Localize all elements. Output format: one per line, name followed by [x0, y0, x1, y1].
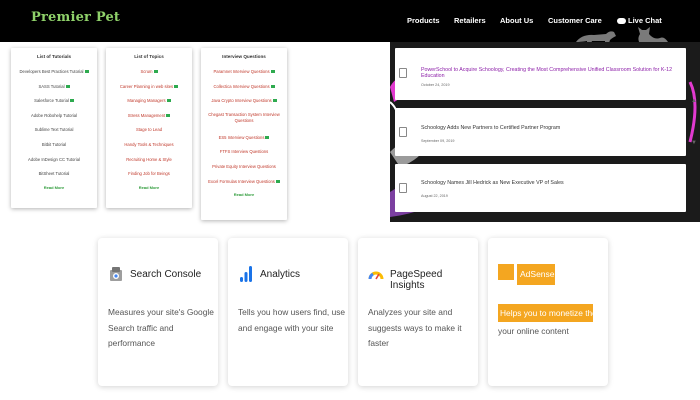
news-item[interactable]: Schoology Names Jill Hedrick as New Exec… [395, 164, 686, 212]
tool-name: Analytics [260, 269, 301, 280]
list-item[interactable]: Java Crypto Interview Questions [201, 97, 287, 112]
tool-description: your online content [498, 326, 569, 336]
list-item[interactable]: Recruiting Home & Style [106, 156, 192, 171]
interview-questions-card: Interview Questions Paramnet Interview Q… [201, 48, 287, 220]
list-item[interactable]: Finding Job for Beings [106, 170, 192, 185]
list-title: List of Topics [134, 54, 164, 59]
tutorials-list-card: List of Tutorials Developers Best Practi… [11, 48, 97, 208]
document-thumb-icon [399, 68, 407, 78]
list-item[interactable]: Excel Formulas Interview Questions [201, 178, 287, 193]
news-title[interactable]: Schoology Names Jill Hedrick as New Exec… [421, 180, 564, 186]
list-item[interactable]: Private Equity Interview Questions [201, 163, 287, 178]
list-item[interactable]: Adobe InDesign CC Tutorial [11, 156, 97, 171]
brand-logo[interactable]: Premier Pet [31, 10, 120, 25]
tool-description-highlight: Helps you to monetize the space [498, 304, 593, 322]
tool-name: AdSense [517, 264, 555, 285]
list-item[interactable]: FTFS Interview Questions [201, 148, 287, 163]
tool-description: Analyzes your site and suggests ways to … [368, 307, 462, 348]
nav-products[interactable]: Products [407, 16, 440, 25]
list-item[interactable]: BitSheet Tutorial [11, 170, 97, 185]
read-more-link[interactable]: Read More [201, 192, 287, 197]
list-item[interactable]: Sublime Text Tutorial [11, 126, 97, 141]
document-thumb-icon [399, 183, 407, 193]
list-item[interactable]: Stage to Lead [106, 126, 192, 141]
list-title: List of Tutorials [36, 54, 72, 59]
list-item[interactable]: Salesforce Tutorial [11, 97, 97, 112]
news-date: September 09, 2019 [421, 139, 455, 143]
news-title[interactable]: Schoology Adds New Partners to Certified… [421, 125, 560, 131]
news-carousel: PowerSchool to Acquire Schoology, Creati… [390, 42, 700, 222]
list-title: Interview Questions [222, 54, 266, 59]
search-console-card[interactable]: Search Console Measures your site's Goog… [98, 238, 218, 386]
adsense-logo-icon [498, 264, 514, 280]
list-item[interactable]: Scrum [106, 68, 192, 83]
pagespeed-gauge-icon [368, 271, 384, 280]
list-item[interactable]: Adobe Robohelp Tutorial [11, 112, 97, 127]
nav-retailers[interactable]: Retailers [454, 16, 486, 25]
news-date: August 22, 2019 [421, 194, 448, 198]
list-item[interactable]: Developers Best Practices Tutorial [11, 68, 97, 83]
list-item[interactable]: Chegast Transaction System Interview Que… [201, 112, 287, 134]
list-item[interactable]: Managing Managers [106, 97, 192, 112]
news-item[interactable]: Schoology Adds New Partners to Certified… [395, 108, 686, 156]
tool-description: Measures your site's Google Search traff… [108, 307, 214, 348]
topics-list-card: List of Topics Scrum Career Planning in … [106, 48, 192, 208]
news-title[interactable]: PowerSchool to Acquire Schoology, Creati… [421, 67, 686, 79]
search-console-icon [110, 267, 122, 281]
tool-name: Search Console [130, 269, 202, 280]
tool-description: Tells you how users find, use and engage… [238, 307, 346, 333]
analytics-card[interactable]: Analytics Tells you how users find, use … [228, 238, 348, 386]
list-item[interactable]: Paramnet Interview Questions [201, 68, 287, 83]
list-item[interactable]: Collectica Interview Questions [201, 83, 287, 98]
scroll-up-icon[interactable]: ▲ [691, 98, 697, 104]
list-item[interactable]: Handy Tools & Techniques [106, 141, 192, 156]
read-more-link[interactable]: Read More [11, 185, 97, 190]
read-more-link[interactable]: Read More [106, 185, 192, 190]
scroll-down-icon[interactable]: ▼ [691, 140, 697, 146]
list-item[interactable]: SASS Tutorial [11, 83, 97, 98]
document-thumb-icon [399, 127, 407, 137]
list-item[interactable]: Stress Management [106, 112, 192, 127]
list-item[interactable]: Career Planning in web sites [106, 83, 192, 98]
news-item[interactable]: PowerSchool to Acquire Schoology, Creati… [395, 48, 686, 100]
news-date: October 24, 2019 [421, 83, 450, 87]
nav-about-us[interactable]: About Us [500, 16, 533, 25]
pagespeed-card[interactable]: PageSpeed Insights Analyzes your site an… [358, 238, 478, 386]
list-item[interactable]: Bitbit Tutorial [11, 141, 97, 156]
tool-name: PageSpeed Insights [390, 269, 443, 291]
top-navbar: Premier Pet Products Retailers About Us … [0, 0, 700, 47]
analytics-bars-icon [240, 266, 252, 282]
list-item[interactable]: ES5 Interview Questions [201, 134, 287, 149]
